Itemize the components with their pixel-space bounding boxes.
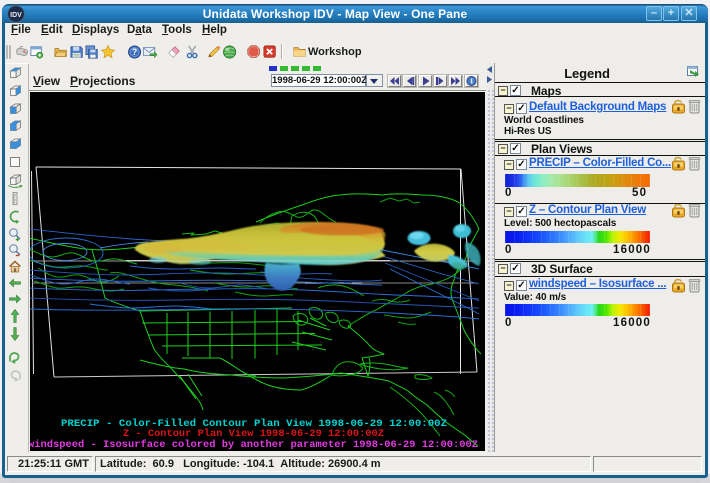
svg-text:windspeed - Isosurface colored: windspeed - Isosurface colored by anothe… [30,439,478,451]
svg-text:?: ? [132,47,137,57]
svg-text:IDV: IDV [10,12,22,19]
